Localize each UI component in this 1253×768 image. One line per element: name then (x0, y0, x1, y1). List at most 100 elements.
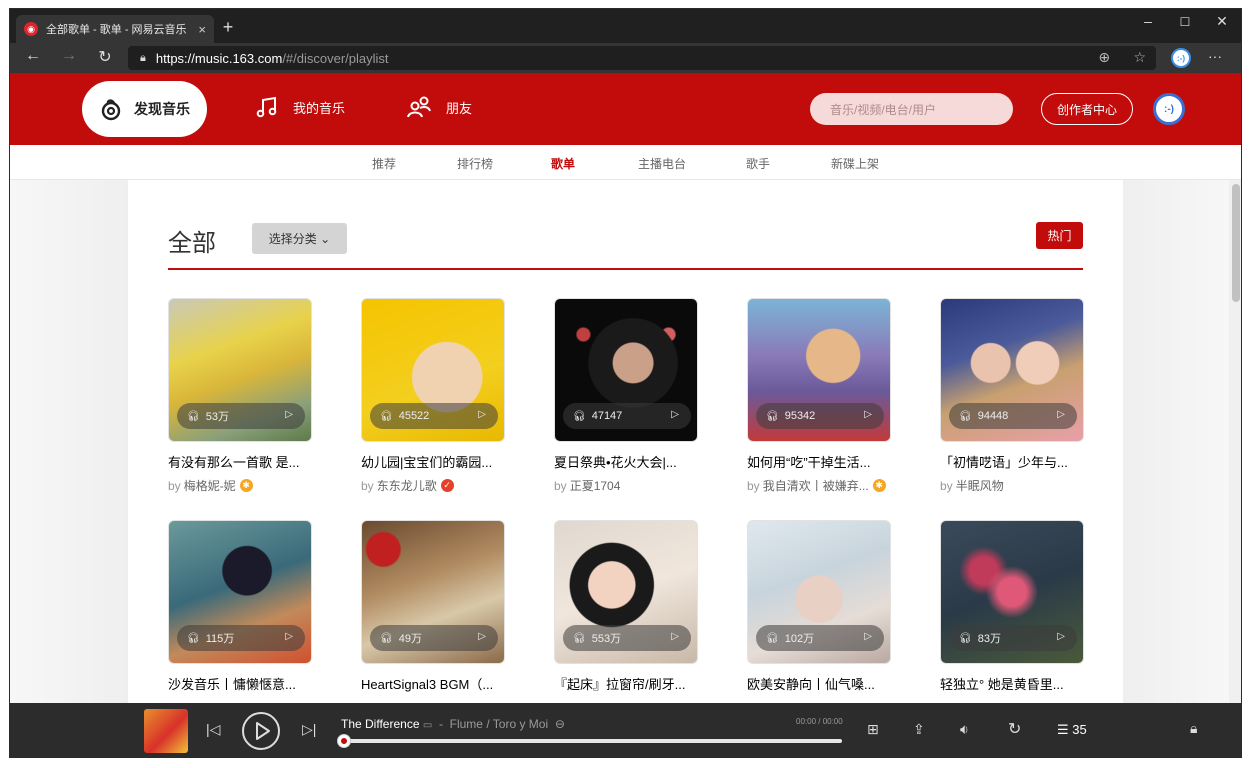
nav-my-music[interactable]: 我的音乐 (255, 95, 345, 119)
play-icon[interactable]: ▷ (1057, 631, 1065, 642)
play-icon[interactable]: ▷ (864, 409, 872, 420)
playlist-card[interactable]: 🎧︎ 115万 ▷ 沙发音乐丨慵懒惬意... (168, 520, 312, 693)
maximize-button[interactable]: ☐ (1167, 15, 1203, 29)
playlist-cover[interactable]: 🎧︎ 115万 ▷ (168, 520, 312, 664)
by-label: by (554, 478, 567, 493)
playlist-author[interactable]: 东东龙儿歌 (377, 477, 437, 494)
previous-track-icon[interactable]: |◁ (206, 721, 220, 738)
next-track-icon[interactable]: ▷| (302, 721, 316, 738)
playlist-title[interactable]: 沙发音乐丨慵懒惬意... (168, 674, 312, 693)
subnav-radio[interactable]: 主播电台 (638, 155, 686, 172)
playlist-queue-button[interactable]: ☰ 35 (1057, 722, 1087, 738)
play-count-bar: 🎧︎ 47147 ▷ (563, 403, 691, 429)
playlist-card[interactable]: 🎧︎ 49万 ▷ HeartSignal3 BGM（... (361, 520, 505, 693)
share-icon[interactable]: ⇪ (913, 721, 925, 738)
subnav-new-albums[interactable]: 新碟上架 (831, 155, 879, 172)
playlist-cover[interactable]: 🎧︎ 53万 ▷ (168, 298, 312, 442)
play-icon[interactable]: ▷ (478, 631, 486, 642)
playlist-card[interactable]: 🎧︎ 553万 ▷ 『起床』拉窗帘/刷牙... (554, 520, 698, 693)
add-to-playlist-icon[interactable]: ⊞ (867, 721, 879, 738)
playlist-author[interactable]: 正夏1704 (570, 477, 621, 494)
refresh-icon[interactable]: ↻ (92, 47, 118, 67)
link-icon[interactable]: ⊖ (555, 717, 565, 731)
select-category-button[interactable]: 选择分类 ⌄ (252, 223, 347, 254)
playlist-cover[interactable]: 🎧︎ 45522 ▷ (361, 298, 505, 442)
loop-mode-icon[interactable]: ↻ (1008, 719, 1021, 739)
playlist-title[interactable]: 『起床』拉窗帘/刷牙... (554, 674, 698, 693)
playlist-author[interactable]: 我自清欢丨被嫌弃... (763, 477, 869, 494)
tab-close-icon[interactable]: × (198, 22, 206, 37)
forward-arrow-icon[interactable]: → (56, 47, 82, 65)
headphones-icon: 🎧︎ (187, 632, 200, 644)
play-count-bar: 🎧︎ 49万 ▷ (370, 625, 498, 651)
play-icon[interactable]: ▷ (478, 409, 486, 420)
playlist-title[interactable]: 有没有那么一首歌 是... (168, 452, 312, 471)
subnav-charts[interactable]: 排行榜 (457, 155, 493, 172)
by-label: by (168, 478, 181, 493)
subnav-recommend[interactable]: 推荐 (372, 155, 396, 172)
artist-name[interactable]: Flume (450, 717, 483, 731)
playlist-author[interactable]: 梅格妮-妮 (184, 477, 236, 494)
playlist-card[interactable]: 🎧︎ 94448 ▷ 「初情呓语」少年与... by 半眠风物 (940, 298, 1084, 494)
browser-tab[interactable]: ◉ 全部歌单 - 歌单 - 网易云音乐 × (16, 15, 214, 43)
song-title[interactable]: The Difference (341, 717, 420, 731)
mv-icon[interactable]: ▭ (423, 720, 432, 731)
zoom-icon[interactable]: ⊕ (1098, 49, 1110, 65)
play-icon[interactable]: ▷ (864, 631, 872, 642)
playlist-card[interactable]: 🎧︎ 47147 ▷ 夏日祭典•花火大会|... by 正夏1704 (554, 298, 698, 494)
browser-profile-icon[interactable]: :-) (1171, 48, 1191, 68)
play-icon[interactable]: ▷ (1057, 409, 1065, 420)
play-icon[interactable]: ▷ (671, 409, 679, 420)
playlist-cover[interactable]: 🎧︎ 47147 ▷ (554, 298, 698, 442)
playlist-title[interactable]: 轻独立° 她是黄昏里... (940, 674, 1084, 693)
favorite-star-icon[interactable]: ☆ (1133, 49, 1146, 65)
more-menu-icon[interactable]: ··· (1208, 48, 1222, 64)
playlist-card[interactable]: 🎧︎ 53万 ▷ 有没有那么一首歌 是... by 梅格妮-妮 ✱ (168, 298, 312, 494)
playlist-card[interactable]: 🎧︎ 45522 ▷ 幼儿园|宝宝们的霸园... by 东东龙儿歌 ✓ (361, 298, 505, 494)
playlist-title[interactable]: 夏日祭典•花火大会|... (554, 452, 698, 471)
discover-music-nav[interactable]: 发现音乐 (82, 81, 207, 137)
url-bar[interactable]: 🔒︎ https://music.163.com/#/discover/play… (128, 46, 1156, 70)
playlist-title[interactable]: 「初情呓语」少年与... (940, 452, 1084, 471)
playlist-cover[interactable]: 🎧︎ 49万 ▷ (361, 520, 505, 664)
new-tab-button[interactable]: + (218, 17, 238, 37)
artist-name[interactable]: Toro y Moi (493, 717, 548, 731)
playlist-cover[interactable]: 🎧︎ 83万 ▷ (940, 520, 1084, 664)
album-art[interactable] (144, 709, 188, 753)
search-input[interactable]: 音乐/视频/电台/用户 (810, 93, 1013, 125)
headphones-icon: 🎧︎ (959, 410, 972, 422)
playlist-title[interactable]: 欧美安静向丨仙气嗓... (747, 674, 891, 693)
vertical-scrollbar[interactable] (1229, 180, 1241, 703)
close-window-button[interactable]: ✕ (1204, 13, 1240, 30)
nav-friends[interactable]: 朋友 (406, 95, 472, 119)
volume-icon[interactable]: 🔉︎ (960, 721, 969, 738)
playlist-card[interactable]: 🎧︎ 95342 ▷ 如何用“吃”干掉生活... by 我自清欢丨被嫌弃... ✱ (747, 298, 891, 494)
progress-bar[interactable] (337, 734, 842, 748)
play-icon[interactable]: ▷ (671, 631, 679, 642)
playlist-cover[interactable]: 🎧︎ 553万 ▷ (554, 520, 698, 664)
playlist-card[interactable]: 🎧︎ 102万 ▷ 欧美安静向丨仙气嗓... (747, 520, 891, 693)
back-arrow-icon[interactable]: ← (20, 47, 46, 65)
creator-center-button[interactable]: 创作者中心 (1041, 93, 1133, 125)
playlist-title[interactable]: 如何用“吃”干掉生活... (747, 452, 891, 471)
scrollbar-thumb[interactable] (1232, 184, 1240, 302)
play-button-icon[interactable] (241, 711, 281, 751)
playlist-title[interactable]: HeartSignal3 BGM（... (361, 674, 505, 693)
play-count: 49万 (398, 633, 422, 645)
hot-sort-button[interactable]: 热门 (1036, 222, 1083, 249)
playlist-cover[interactable]: 🎧︎ 102万 ▷ (747, 520, 891, 664)
play-icon[interactable]: ▷ (285, 409, 293, 420)
play-count: 94448 (977, 410, 1009, 422)
playlist-cover[interactable]: 🎧︎ 94448 ▷ (940, 298, 1084, 442)
subnav-artists[interactable]: 歌手 (746, 155, 770, 172)
playlist-cover[interactable]: 🎧︎ 95342 ▷ (747, 298, 891, 442)
progress-knob[interactable] (337, 734, 351, 748)
user-avatar[interactable]: :-) (1153, 93, 1185, 125)
lock-player-icon[interactable]: 🔒︎ (1190, 720, 1197, 737)
subnav-playlists[interactable]: 歌单 (551, 155, 575, 172)
playlist-author[interactable]: 半眠风物 (956, 477, 1004, 494)
play-icon[interactable]: ▷ (285, 631, 293, 642)
playlist-card[interactable]: 🎧︎ 83万 ▷ 轻独立° 她是黄昏里... (940, 520, 1084, 693)
minimize-button[interactable]: – (1130, 13, 1166, 29)
playlist-title[interactable]: 幼儿园|宝宝们的霸园... (361, 452, 505, 471)
